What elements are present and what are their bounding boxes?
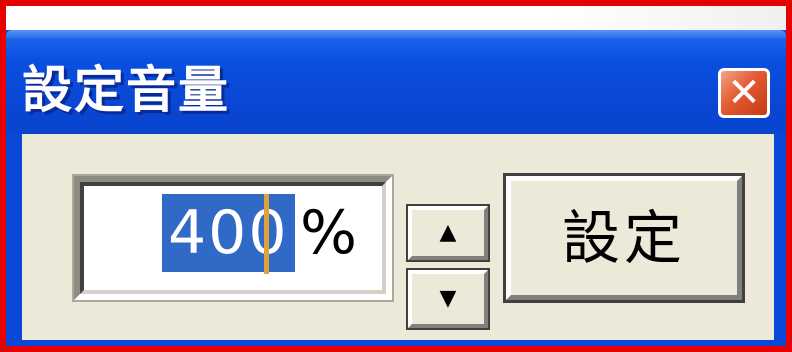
set-button-label: 設定 — [561, 204, 686, 272]
text-caret — [264, 194, 269, 274]
increment-button[interactable]: ▲ — [406, 204, 490, 262]
arrow-up-icon: ▲ — [439, 220, 457, 245]
title-bar[interactable]: 設定音量 ✕ — [6, 30, 786, 134]
background-strip — [6, 6, 786, 32]
set-button[interactable]: 設定 — [503, 173, 745, 303]
dialog-body: 400 % ▲ ▼ 設定 — [22, 134, 774, 340]
volume-value[interactable]: 400 — [162, 194, 295, 272]
volume-input[interactable]: 400 % — [72, 174, 394, 302]
decrement-button[interactable]: ▼ — [406, 268, 490, 330]
arrow-down-icon: ▼ — [439, 286, 457, 311]
percent-unit: % — [300, 198, 358, 268]
close-icon: ✕ — [727, 70, 761, 116]
volume-dialog: 設定音量 ✕ 400 % ▲ ▼ 設定 — [6, 30, 786, 346]
window-title: 設定音量 — [22, 61, 230, 119]
close-button[interactable]: ✕ — [718, 68, 770, 118]
